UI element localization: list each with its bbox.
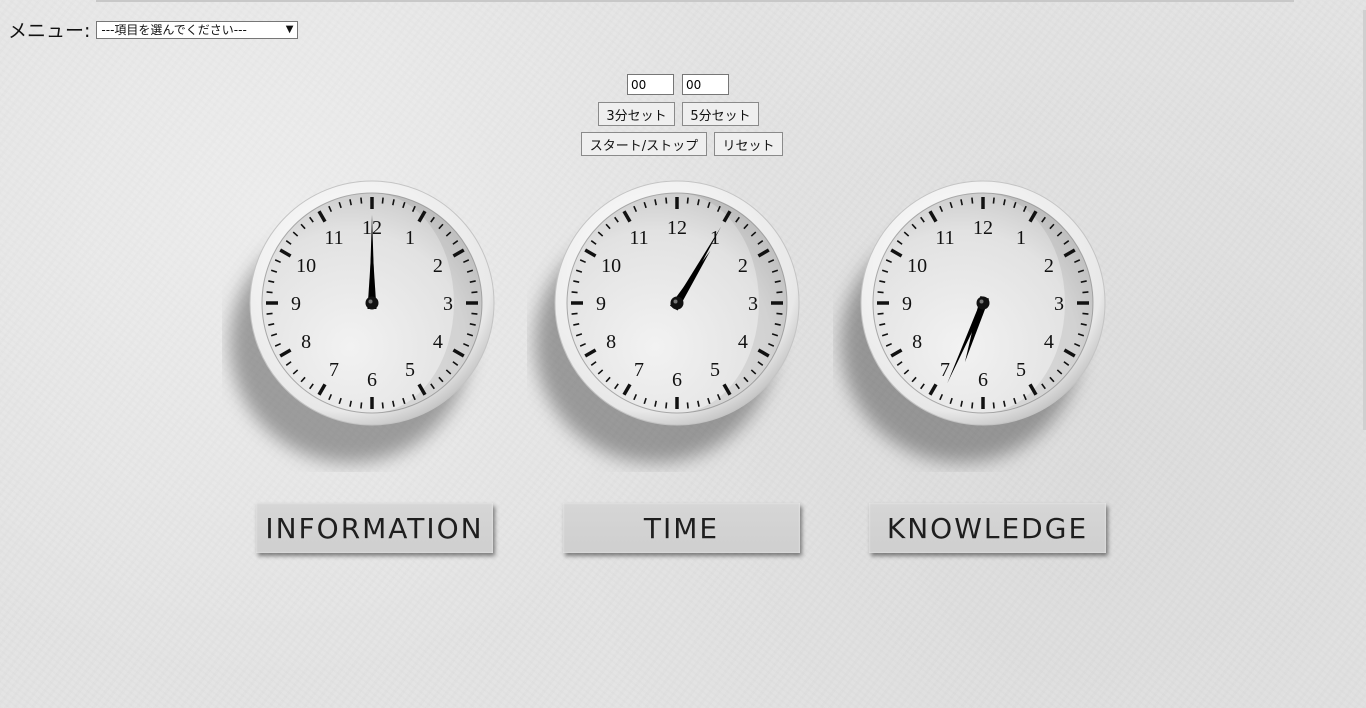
- minor-tick: [471, 312, 478, 315]
- dial-numeral: 12: [973, 217, 993, 239]
- dial-numeral: 2: [738, 255, 748, 277]
- dial-numeral: 3: [748, 293, 758, 315]
- minor-tick: [571, 291, 578, 294]
- center-cap: [670, 296, 684, 310]
- minor-tick: [686, 197, 689, 204]
- minor-tick: [571, 312, 578, 315]
- dial-numeral: 11: [935, 227, 954, 249]
- minor-tick: [381, 402, 384, 409]
- dial-numeral: 12: [667, 217, 687, 239]
- dial-numeral: 4: [1044, 331, 1054, 353]
- dial-numeral: 6: [367, 369, 377, 391]
- menu-select[interactable]: ---項目を選んでください--- ▼: [96, 20, 299, 39]
- center-cap: [365, 296, 379, 310]
- minor-tick: [360, 402, 363, 409]
- center-cap-highlight: [368, 299, 373, 304]
- dial-numeral: 7: [329, 359, 339, 381]
- start-stop-button[interactable]: スタート/ストップ: [581, 132, 707, 156]
- dial-numeral: 6: [672, 369, 682, 391]
- plaque-knowledge: KNOWLEDGE: [869, 503, 1106, 553]
- dial-numeral: 5: [1016, 359, 1026, 381]
- center-cap-highlight: [673, 299, 678, 304]
- dial-numeral: 10: [601, 255, 621, 277]
- dial-numeral: 7: [940, 359, 950, 381]
- center-cap: [976, 296, 990, 310]
- center-cap-highlight: [979, 299, 984, 304]
- set-5min-button[interactable]: 5分セット: [682, 102, 759, 126]
- minutes-input[interactable]: [627, 74, 674, 95]
- plaque-time: TIME: [563, 503, 800, 553]
- dial-numeral: 9: [291, 293, 301, 315]
- clock-time: 12 1234567891011: [535, 180, 800, 463]
- dial-numeral: 8: [606, 331, 616, 353]
- minor-tick: [665, 402, 668, 409]
- dial-numeral: 11: [324, 227, 343, 249]
- dial-numeral: 6: [978, 369, 988, 391]
- dropdown-arrow-icon: ▼: [285, 23, 294, 35]
- minor-tick: [360, 197, 363, 204]
- dial-numeral: 7: [634, 359, 644, 381]
- minor-tick: [686, 402, 689, 409]
- dial-numeral: 8: [301, 331, 311, 353]
- minor-tick: [776, 312, 783, 315]
- dial-numeral: 9: [596, 293, 606, 315]
- set-3min-button[interactable]: 3分セット: [598, 102, 675, 126]
- minor-tick: [877, 291, 884, 294]
- dial-numeral: 8: [912, 331, 922, 353]
- minor-tick: [266, 291, 273, 294]
- dial-numeral: 2: [1044, 255, 1054, 277]
- minor-tick: [266, 312, 273, 315]
- dial-numeral: 11: [629, 227, 648, 249]
- minor-tick: [1082, 291, 1089, 294]
- reset-button[interactable]: リセット: [714, 132, 783, 156]
- dial-numeral: 10: [907, 255, 927, 277]
- dial-numeral: 5: [405, 359, 415, 381]
- dial-numeral: 4: [433, 331, 443, 353]
- dial-numeral: 10: [296, 255, 316, 277]
- minor-tick: [971, 402, 974, 409]
- dial-numeral: 1: [405, 227, 415, 249]
- dial-numeral: 1: [710, 227, 720, 249]
- menu-select-value: ---項目を選んでください---: [101, 22, 247, 37]
- minor-tick: [992, 197, 995, 204]
- minor-tick: [381, 197, 384, 204]
- minor-tick: [1082, 312, 1089, 315]
- minor-tick: [471, 291, 478, 294]
- dial-numeral: 9: [902, 293, 912, 315]
- dial-numeral: 3: [443, 293, 453, 315]
- menu-label: メニュー:: [8, 20, 91, 42]
- minor-tick: [665, 197, 668, 204]
- minor-tick: [992, 402, 995, 409]
- dial-numeral: 5: [710, 359, 720, 381]
- plaque-information: INFORMATION: [256, 503, 493, 553]
- dial-numeral: 3: [1054, 293, 1064, 315]
- dial-numeral: 4: [738, 331, 748, 353]
- dial-numeral: 1: [1016, 227, 1026, 249]
- minor-tick: [877, 312, 884, 315]
- timer-inputs: [627, 74, 729, 95]
- clock-knowledge: 12 1234567891011: [841, 180, 1106, 463]
- menu-row: メニュー: ---項目を選んでください--- ▼: [8, 16, 299, 43]
- seconds-input[interactable]: [682, 74, 729, 95]
- minor-tick: [971, 197, 974, 204]
- minor-tick: [776, 291, 783, 294]
- browser-top-edge: [96, 0, 1294, 2]
- dial-numeral: 2: [433, 255, 443, 277]
- clock-information: 121234567891011: [230, 180, 495, 463]
